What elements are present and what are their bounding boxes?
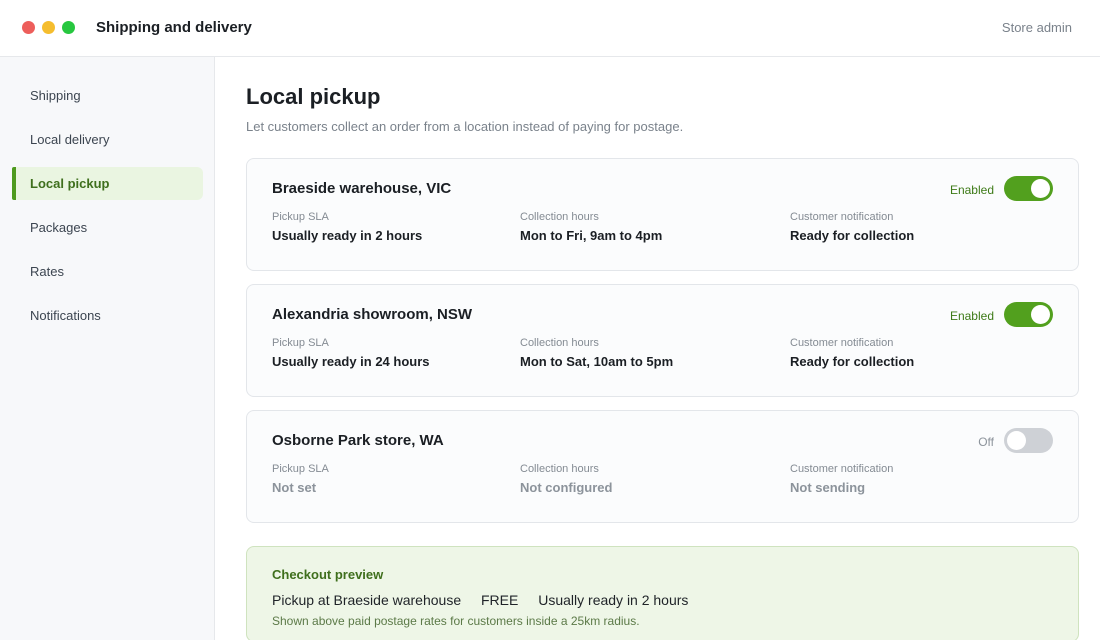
location-card-osborne-park: Osborne Park store, WA Off Pickup SLA No… — [246, 410, 1079, 523]
pickup-sla-field: Pickup SLA Not set — [272, 463, 329, 495]
toggle-knob — [1007, 431, 1026, 450]
location-name: Braeside warehouse, VIC — [272, 180, 452, 197]
sidebar-item-packages[interactable]: Packages — [12, 211, 203, 244]
location-name: Osborne Park store, WA — [272, 432, 444, 449]
collection-hours-field: Collection hours Not configured — [520, 463, 612, 495]
customer-notification-field: Customer notification Ready for collecti… — [790, 337, 914, 369]
customer-notification-field: Customer notification Not sending — [790, 463, 893, 495]
checkout-preview-title: Checkout preview — [272, 567, 384, 582]
sidebar-item-notifications[interactable]: Notifications — [12, 299, 203, 332]
window-title: Shipping and delivery — [96, 19, 252, 36]
checkout-preview-option: Pickup at Braeside warehouse FREE Usuall… — [272, 592, 704, 608]
field-label: Customer notification — [790, 463, 894, 475]
field-value: Usually ready in 2 hours — [272, 228, 423, 243]
collection-hours-field: Collection hours Mon to Fri, 9am to 4pm — [520, 211, 662, 243]
toggle-knob — [1031, 305, 1050, 324]
pickup-sla-field: Pickup SLA Usually ready in 24 hours — [272, 337, 430, 369]
checkout-preview-note: Shown above paid postage rates for custo… — [272, 614, 640, 628]
field-label: Pickup SLA — [272, 211, 329, 223]
location-card-braeside: Braeside warehouse, VIC Enabled Pickup S… — [246, 158, 1079, 271]
checkout-preview: Checkout preview Pickup at Braeside ware… — [246, 546, 1079, 640]
field-label: Customer notification — [790, 211, 894, 223]
maximize-window-button[interactable] — [62, 21, 75, 34]
location-name: Alexandria showroom, NSW — [272, 306, 473, 323]
field-value: Not configured — [520, 480, 613, 495]
location-card-alexandria: Alexandria showroom, NSW Enabled Pickup … — [246, 284, 1079, 397]
sidebar-item-local-pickup[interactable]: Local pickup — [12, 167, 203, 200]
sidebar-item-rates[interactable]: Rates — [12, 255, 203, 288]
field-value: Not sending — [790, 480, 866, 495]
status-label: Enabled — [949, 183, 994, 197]
field-label: Pickup SLA — [272, 337, 329, 349]
field-value: Ready for collection — [790, 354, 915, 369]
store-admin-menu[interactable]: Store admin — [1002, 20, 1072, 35]
field-value: Mon to Sat, 10am to 5pm — [520, 354, 674, 369]
pickup-enabled-toggle[interactable] — [1004, 176, 1053, 201]
minimize-window-button[interactable] — [42, 21, 55, 34]
field-label: Collection hours — [520, 337, 599, 349]
pickup-option-name: Pickup at Braeside warehouse — [272, 592, 462, 608]
page-subtitle: Let customers collect an order from a lo… — [246, 119, 684, 134]
field-label: Pickup SLA — [272, 463, 329, 475]
pickup-sla-field: Pickup SLA Usually ready in 2 hours — [272, 211, 422, 243]
field-label: Collection hours — [520, 211, 599, 223]
page-title: Local pickup — [246, 84, 381, 109]
field-value: Usually ready in 24 hours — [272, 354, 430, 369]
sidebar-item-local-delivery[interactable]: Local delivery — [12, 123, 203, 156]
sidebar-item-shipping[interactable]: Shipping — [12, 79, 203, 112]
window-titlebar: Shipping and delivery Store admin — [0, 0, 1100, 57]
pickup-option-sla: Usually ready in 2 hours — [538, 592, 689, 608]
collection-hours-field: Collection hours Mon to Sat, 10am to 5pm — [520, 337, 673, 369]
field-value: Ready for collection — [790, 228, 915, 243]
status-label: Off — [978, 435, 994, 449]
toggle-knob — [1031, 179, 1050, 198]
pickup-option-price: FREE — [481, 592, 519, 608]
status-label: Enabled — [949, 309, 994, 323]
field-label: Collection hours — [520, 463, 599, 475]
field-label: Customer notification — [790, 337, 894, 349]
customer-notification-field: Customer notification Ready for collecti… — [790, 211, 914, 243]
pickup-enabled-toggle[interactable] — [1004, 428, 1053, 453]
close-window-button[interactable] — [22, 21, 35, 34]
pickup-enabled-toggle[interactable] — [1004, 302, 1053, 327]
field-value: Not set — [272, 480, 317, 495]
field-value: Mon to Fri, 9am to 4pm — [520, 228, 663, 243]
sidebar: Shipping Local delivery Local pickup Pac… — [0, 57, 215, 640]
